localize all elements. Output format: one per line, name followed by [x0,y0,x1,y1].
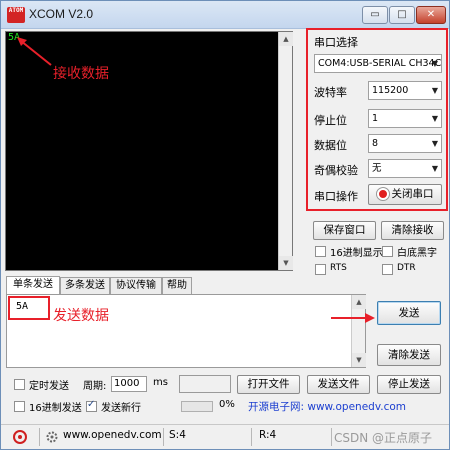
receive-annotation: 接收数据 [53,66,109,82]
title-bar[interactable]: ATOM XCOM V2.0 ▭ □ ✕ [1,1,449,29]
close-port-label: 关闭串口 [391,188,434,200]
minimize-button[interactable]: ▭ [362,6,388,24]
status-sent-count: S:4 [169,429,186,441]
port-select[interactable]: COM4:USB-SERIAL CH34C ▼ [314,54,442,73]
baud-select[interactable]: 115200 ▼ [368,81,442,100]
dtr-checkbox[interactable] [382,264,393,275]
send-content: 5A [16,301,29,312]
scroll-down-icon[interactable]: ▼ [279,256,293,270]
stop-bits-select[interactable]: 1 ▼ [368,109,442,128]
timed-send-label: 定时发送 [29,381,69,392]
hex-display-checkbox[interactable] [315,246,326,257]
close-button[interactable]: ✕ [416,6,446,24]
clear-receive-button[interactable]: 清除接收 [381,221,444,240]
scroll-up-icon[interactable]: ▲ [352,295,366,309]
parity-select[interactable]: 无 ▼ [368,159,442,178]
status-separator [39,428,40,446]
parity-value: 无 [372,163,382,174]
stop-bits-label: 停止位 [314,114,347,127]
data-bits-value: 8 [372,138,379,149]
send-file-button[interactable]: 发送文件 [307,375,370,394]
send-scrollbar[interactable]: ▲ ▼ [351,295,366,367]
white-bg-checkbox[interactable] [382,246,393,257]
period-unit: ms [153,377,168,388]
white-bg-label: 白底黑字 [397,248,437,259]
close-port-button[interactable]: 关闭串口 [368,184,442,205]
period-input[interactable]: 1000 [111,376,147,392]
send-progress-bar [181,401,213,412]
tab-help[interactable]: 帮助 [162,277,192,294]
chevron-down-icon: ▼ [431,114,438,123]
settings-gear-icon[interactable] [13,430,27,444]
baud-value: 115200 [372,85,409,96]
clear-send-button[interactable]: 清除发送 [377,344,441,366]
status-separator [251,428,252,446]
tab-multi-send[interactable]: 多条发送 [60,277,110,294]
port-operation-label: 串口操作 [314,190,358,203]
serial-settings-panel: 串口选择 COM4:USB-SERIAL CH34C ▼ 波特率 115200 … [306,28,448,211]
send-highlight-box: 5A [8,296,50,320]
receive-arrow-icon [17,37,52,66]
send-arrow-icon [331,313,375,323]
scroll-down-icon[interactable]: ▼ [352,353,366,367]
rts-label: RTS [330,263,347,273]
rts-checkbox[interactable] [315,264,326,275]
dtr-label: DTR [397,263,416,273]
website-link[interactable]: 开源电子网: www.openedv.com [248,399,406,414]
chevron-down-icon: ▼ [431,139,438,148]
tab-protocol[interactable]: 协议传输 [110,277,162,294]
hex-display-label: 16进制显示 [330,248,383,259]
port-value: COM4:USB-SERIAL CH34C [318,58,442,69]
status-received-count: R:4 [259,429,277,441]
save-window-button[interactable]: 保存窗口 [313,221,376,240]
progress-percent: 0% [219,399,235,410]
tab-single-send[interactable]: 单条发送 [6,276,60,295]
open-file-button[interactable]: 打开文件 [237,375,300,394]
send-newline-checkbox[interactable] [86,399,97,412]
stop-send-button[interactable]: 停止发送 [377,375,441,394]
baud-label: 波特率 [314,86,347,99]
xcom-window: ATOM XCOM V2.0 ▭ □ ✕ 5A ▲ ▼ 接收数据 串口选择 CO… [0,0,450,450]
gear-icon [46,431,58,443]
timed-send-checkbox[interactable] [14,379,25,390]
send-annotation: 发送数据 [53,308,109,324]
chevron-down-icon: ▼ [431,164,438,173]
status-bar: www.openedv.com S:4 R:4 CSDN @正点原子 [1,424,449,449]
status-separator [331,428,332,446]
data-bits-label: 数据位 [314,139,347,152]
send-button[interactable]: 发送 [377,301,441,325]
send-newline-label: 发送新行 [101,403,141,414]
chevron-down-icon: ▼ [431,86,438,95]
parity-label: 奇偶校验 [314,164,358,177]
status-url[interactable]: www.openedv.com [63,429,162,441]
stop-bits-value: 1 [372,113,379,124]
period-label: 周期: [83,381,107,392]
hex-send-checkbox[interactable] [14,401,25,412]
status-separator [163,428,164,446]
window-title: XCOM V2.0 [29,7,94,21]
file-path-field[interactable] [179,375,231,393]
app-logo-icon: ATOM [7,7,25,23]
chevron-down-icon: ▼ [431,59,438,68]
scroll-up-icon[interactable]: ▲ [279,32,293,46]
hex-send-label: 16进制发送 [29,403,82,414]
port-status-icon [376,188,389,200]
port-label: 串口选择 [314,36,358,49]
data-bits-select[interactable]: 8 ▼ [368,134,442,153]
csdn-watermark: CSDN @正点原子 [334,431,433,445]
maximize-button[interactable]: □ [389,6,415,24]
receive-scrollbar[interactable]: ▲ ▼ [278,32,293,270]
